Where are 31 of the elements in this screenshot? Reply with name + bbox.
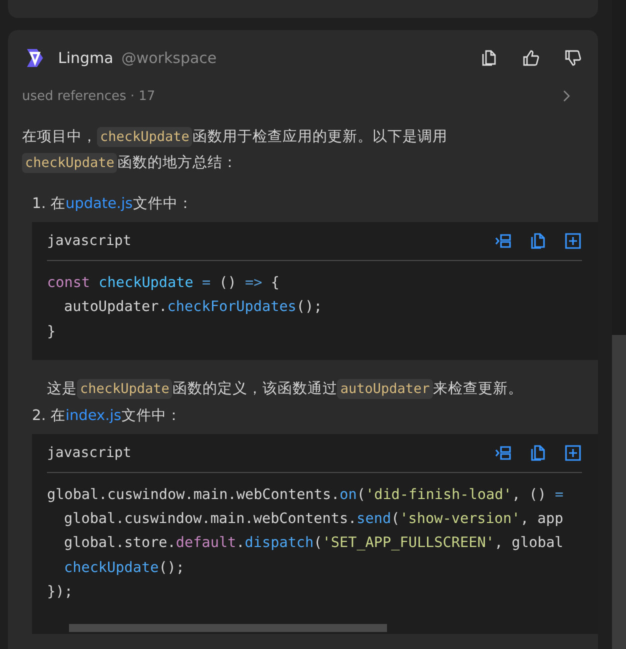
- code-line: }: [47, 322, 57, 342]
- code-line: global.store.default.dispatch('SET_APP_FULLSCREEN', global: [63, 534, 564, 554]
- code-line: global.cuswindow.main.webContents.send('show-version', app: [63, 510, 564, 530]
- new-file-icon[interactable]: [564, 444, 582, 462]
- references-label[interactable]: used references · 17: [22, 88, 562, 104]
- scrollbar-thumb[interactable]: [612, 335, 626, 649]
- step-text: 1. 在update.js文件中：: [32, 195, 194, 214]
- thumbs-up-icon[interactable]: [522, 49, 540, 67]
- code-line: const checkUpdate = () => {: [47, 274, 280, 293]
- chevron-icon[interactable]: [562, 89, 572, 103]
- note-text: 这是 checkUpdate 函数的定义，该函数通过 autoUpdater 来检查更新。: [47, 378, 524, 401]
- file-link[interactable]: index.js: [65, 408, 122, 424]
- scrollbar-thumb[interactable]: [69, 624, 387, 632]
- code-line: autoUpdater.checkForUpdates();: [63, 298, 324, 318]
- insert-icon[interactable]: [494, 444, 512, 462]
- code-language: javascript: [47, 444, 132, 461]
- copy-icon[interactable]: [529, 232, 547, 250]
- author-name: Lingma: [58, 49, 114, 67]
- code-line: });: [47, 583, 74, 602]
- agent-mention: @workspace: [121, 49, 217, 67]
- copy-icon[interactable]: [529, 444, 547, 462]
- answer-text: 在项目中， checkUpdate 函数用于检查应用的更新。以下是调用 checkUpdate 函数的地方总结：: [22, 126, 448, 175]
- code-line: checkUpdate();: [63, 558, 186, 578]
- thumbs-down-icon[interactable]: [564, 49, 582, 67]
- insert-icon[interactable]: [494, 232, 512, 250]
- file-link[interactable]: update.js: [65, 196, 133, 212]
- copy-icon[interactable]: [480, 49, 498, 67]
- step-text: 2. 在index.js文件中：: [32, 406, 182, 426]
- code-language: javascript: [47, 233, 132, 249]
- code-line: global.cuswindow.main.webContents.on('did-finish-load', () =: [47, 486, 564, 505]
- new-file-icon[interactable]: [564, 232, 582, 250]
